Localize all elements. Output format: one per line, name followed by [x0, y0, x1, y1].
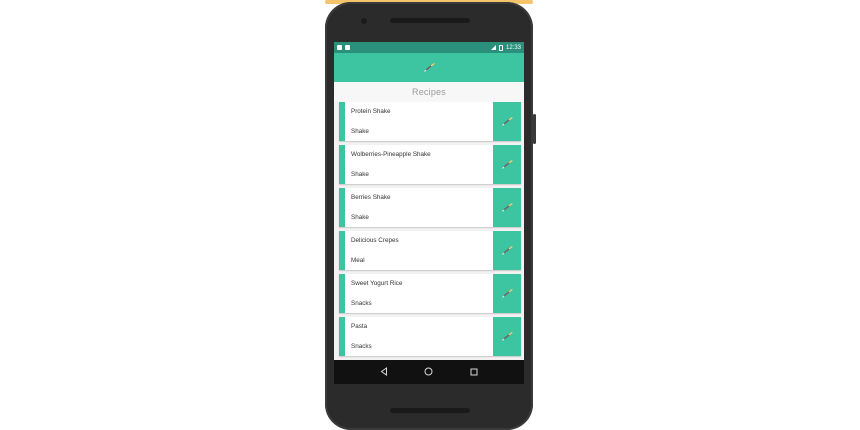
recipe-category: Snacks [351, 300, 372, 307]
front-camera [361, 18, 367, 24]
android-nav-bar [334, 360, 524, 384]
recipe-name: Delicious Crepes [351, 237, 399, 244]
edit-recipe-button[interactable] [493, 317, 521, 356]
signal-icon [490, 45, 496, 50]
bottom-speaker [390, 408, 470, 413]
edit-recipe-button[interactable] [493, 188, 521, 227]
recipe-category: Shake [351, 214, 369, 221]
paintbrush-icon [502, 116, 513, 126]
paintbrush-icon [502, 202, 513, 212]
earpiece-speaker [390, 18, 470, 23]
status-left [337, 45, 350, 50]
recipe-name: Berries Shake [351, 194, 391, 201]
edit-recipe-button[interactable] [493, 145, 521, 184]
recipe-list: Protein Shake Shake Wolberries-Pineapple… [334, 102, 524, 356]
recipe-card[interactable]: Protein Shake Shake [339, 102, 521, 141]
card-body: Protein Shake Shake [345, 102, 493, 141]
power-button[interactable] [533, 114, 536, 144]
notification-icon [345, 45, 350, 50]
back-icon[interactable] [380, 363, 388, 381]
edit-recipe-button[interactable] [493, 274, 521, 313]
phone-frame: 12:33 Recipes Protein Shake Shake Wolber… [325, 2, 536, 430]
recipe-name: Protein Shake [351, 108, 391, 115]
recipe-name: Pasta [351, 323, 368, 330]
status-time: 12:33 [505, 44, 521, 51]
paintbrush-icon [502, 288, 513, 298]
card-body: Sweet Yogurt Rice Snacks [345, 274, 493, 313]
notification-icon [337, 45, 342, 50]
edit-recipe-button[interactable] [493, 231, 521, 270]
home-icon[interactable] [424, 363, 433, 381]
battery-icon [498, 44, 503, 51]
recipe-name: Sweet Yogurt Rice [351, 280, 403, 287]
section-title: Recipes [334, 82, 524, 102]
card-body: Berries Shake Shake [345, 188, 493, 227]
recipe-card[interactable]: Pasta Snacks [339, 317, 521, 356]
recipe-card[interactable]: Delicious Crepes Meal [339, 231, 521, 270]
status-right: 12:33 [490, 44, 521, 51]
recipe-name: Wolberries-Pineapple Shake [351, 151, 431, 158]
card-body: Pasta Snacks [345, 317, 493, 356]
recipe-category: Shake [351, 128, 369, 135]
paintbrush-icon [502, 159, 513, 169]
phone-screen: 12:33 Recipes Protein Shake Shake Wolber… [334, 42, 524, 384]
paintbrush-icon [502, 245, 513, 255]
recipe-category: Snacks [351, 343, 372, 350]
recipe-card[interactable]: Wolberries-Pineapple Shake Shake [339, 145, 521, 184]
recipe-card[interactable]: Sweet Yogurt Rice Snacks [339, 274, 521, 313]
recipe-card[interactable]: Berries Shake Shake [339, 188, 521, 227]
recents-icon[interactable] [470, 363, 478, 381]
paintbrush-icon [502, 331, 513, 341]
recipe-category: Meal [351, 257, 365, 264]
edit-recipe-button[interactable] [493, 102, 521, 141]
recipe-category: Shake [351, 171, 369, 178]
card-body: Wolberries-Pineapple Shake Shake [345, 145, 493, 184]
app-bar [334, 53, 524, 82]
card-body: Delicious Crepes Meal [345, 231, 493, 270]
status-bar: 12:33 [334, 42, 524, 53]
paintbrush-icon [424, 62, 435, 72]
